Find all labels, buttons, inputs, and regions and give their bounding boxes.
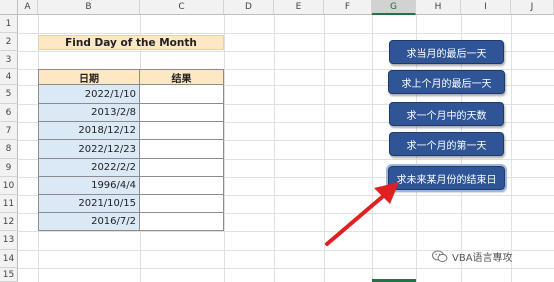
watermark-text: VBA语言專攻 [452, 252, 513, 264]
annotation-arrow-icon [325, 182, 399, 246]
watermark: VBA语言專攻 [432, 248, 513, 264]
wechat-icon [432, 250, 448, 262]
spreadsheet: A B C D E F G H I J 1 2 3 4 5 6 7 8 9 10… [0, 0, 554, 282]
